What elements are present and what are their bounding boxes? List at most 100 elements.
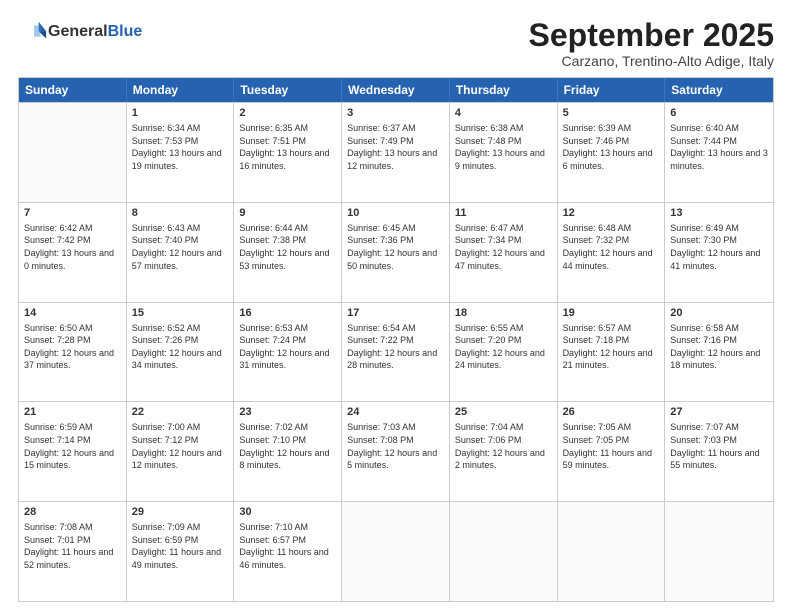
sunrise-time: Sunrise: 6:58 AM [670, 323, 739, 333]
day-info: Sunrise: 7:10 AMSunset: 6:57 PMDaylight:… [239, 521, 336, 571]
day-info: Sunrise: 6:54 AMSunset: 7:22 PMDaylight:… [347, 322, 444, 372]
header-saturday: Saturday [665, 78, 773, 102]
day-number: 19 [563, 306, 660, 321]
sunrise-time: Sunrise: 6:40 AM [670, 123, 739, 133]
daylight-hours: Daylight: 12 hours and 18 minutes. [670, 348, 760, 371]
sunset-time: Sunset: 7:40 PM [132, 235, 199, 245]
calendar-row-5: 28Sunrise: 7:08 AMSunset: 7:01 PMDayligh… [19, 501, 773, 601]
day-number: 2 [239, 106, 336, 121]
calendar-cell: 10Sunrise: 6:45 AMSunset: 7:36 PMDayligh… [342, 203, 450, 302]
sunset-time: Sunset: 7:03 PM [670, 435, 737, 445]
header-thursday: Thursday [450, 78, 558, 102]
calendar-cell: 14Sunrise: 6:50 AMSunset: 7:28 PMDayligh… [19, 303, 127, 402]
sunrise-time: Sunrise: 7:08 AM [24, 522, 93, 532]
day-number: 21 [24, 405, 121, 420]
calendar-cell: 15Sunrise: 6:52 AMSunset: 7:26 PMDayligh… [127, 303, 235, 402]
sunrise-time: Sunrise: 7:09 AM [132, 522, 201, 532]
calendar-body: 1Sunrise: 6:34 AMSunset: 7:53 PMDaylight… [19, 102, 773, 601]
day-number: 23 [239, 405, 336, 420]
calendar-cell: 7Sunrise: 6:42 AMSunset: 7:42 PMDaylight… [19, 203, 127, 302]
sunset-time: Sunset: 7:01 PM [24, 535, 91, 545]
sunrise-time: Sunrise: 7:02 AM [239, 422, 308, 432]
daylight-hours: Daylight: 12 hours and 50 minutes. [347, 248, 437, 271]
day-info: Sunrise: 6:39 AMSunset: 7:46 PMDaylight:… [563, 122, 660, 172]
title-area: September 2025 Carzano, Trentino-Alto Ad… [529, 18, 774, 69]
sunset-time: Sunset: 7:22 PM [347, 335, 414, 345]
day-info: Sunrise: 6:47 AMSunset: 7:34 PMDaylight:… [455, 222, 552, 272]
sunset-time: Sunset: 7:14 PM [24, 435, 91, 445]
daylight-hours: Daylight: 12 hours and 53 minutes. [239, 248, 329, 271]
header-monday: Monday [127, 78, 235, 102]
daylight-hours: Daylight: 11 hours and 59 minutes. [563, 448, 652, 471]
sunrise-time: Sunrise: 7:04 AM [455, 422, 524, 432]
day-info: Sunrise: 7:02 AM Sunset: 7:10 PM Daylight:… [239, 421, 336, 471]
daylight-hours: Daylight: 12 hours and 2 minutes. [455, 448, 545, 471]
day-info: Sunrise: 7:08 AMSunset: 7:01 PMDaylight:… [24, 521, 121, 571]
calendar-row-2: 7Sunrise: 6:42 AMSunset: 7:42 PMDaylight… [19, 202, 773, 302]
daylight-hours: Daylight: 12 hours and 57 minutes. [132, 248, 222, 271]
daylight-hours: Daylight: 12 hours and 34 minutes. [132, 348, 222, 371]
sunset-time: Sunset: 7:42 PM [24, 235, 91, 245]
day-number: 12 [563, 206, 660, 221]
day-info: Sunrise: 6:43 AMSunset: 7:40 PMDaylight:… [132, 222, 229, 272]
day-number: 3 [347, 106, 444, 121]
calendar-cell: 8Sunrise: 6:43 AMSunset: 7:40 PMDaylight… [127, 203, 235, 302]
sunset-time: Sunset: 6:57 PM [239, 535, 306, 545]
calendar: Sunday Monday Tuesday Wednesday Thursday… [18, 77, 774, 602]
sunrise-time: Sunrise: 6:59 AM [24, 422, 93, 432]
calendar-cell: 25Sunrise: 7:04 AMSunset: 7:06 PMDayligh… [450, 402, 558, 501]
sunrise-time: Sunrise: 6:49 AM [670, 223, 739, 233]
daylight-hours: Daylight: 12 hours and 44 minutes. [563, 248, 653, 271]
sunset-time: Sunset: 7:38 PM [239, 235, 306, 245]
sunrise-time: Sunrise: 7:00 AM [132, 422, 201, 432]
day-info: Sunrise: 6:44 AMSunset: 7:38 PMDaylight:… [239, 222, 336, 272]
day-info: Sunrise: 6:37 AMSunset: 7:49 PMDaylight:… [347, 122, 444, 172]
day-info: Sunrise: 7:04 AMSunset: 7:06 PMDaylight:… [455, 421, 552, 471]
daylight-hours: Daylight: 12 hours and 28 minutes. [347, 348, 437, 371]
sunset-time: Sunset: 7:48 PM [455, 136, 522, 146]
calendar-cell: 16Sunrise: 6:53 AMSunset: 7:24 PMDayligh… [234, 303, 342, 402]
day-number: 20 [670, 306, 768, 321]
sunset-time: Sunset: 7:51 PM [239, 136, 306, 146]
day-number: 27 [670, 405, 768, 420]
day-number: 11 [455, 206, 552, 221]
day-number: 16 [239, 306, 336, 321]
day-info: Sunrise: 6:57 AMSunset: 7:18 PMDaylight:… [563, 322, 660, 372]
day-number: 26 [563, 405, 660, 420]
day-number: 13 [670, 206, 768, 221]
calendar-cell [665, 502, 773, 601]
day-number: 10 [347, 206, 444, 221]
header-wednesday: Wednesday [342, 78, 450, 102]
day-number: 4 [455, 106, 552, 121]
calendar-row-1: 1Sunrise: 6:34 AMSunset: 7:53 PMDaylight… [19, 102, 773, 202]
calendar-cell: 3Sunrise: 6:37 AMSunset: 7:49 PMDaylight… [342, 103, 450, 202]
month-title: September 2025 [529, 18, 774, 53]
calendar-cell: 20Sunrise: 6:58 AMSunset: 7:16 PMDayligh… [665, 303, 773, 402]
calendar-cell: 1Sunrise: 6:34 AMSunset: 7:53 PMDaylight… [127, 103, 235, 202]
day-info: Sunrise: 6:45 AMSunset: 7:36 PMDaylight:… [347, 222, 444, 272]
header: General Blue September 2025 Carzano, Tre… [18, 18, 774, 69]
sunset-time: Sunset: 7:18 PM [563, 335, 630, 345]
day-number: 6 [670, 106, 768, 121]
calendar-cell: 28Sunrise: 7:08 AMSunset: 7:01 PMDayligh… [19, 502, 127, 601]
calendar-cell: 2Sunrise: 6:35 AMSunset: 7:51 PMDaylight… [234, 103, 342, 202]
day-info: Sunrise: 6:50 AMSunset: 7:28 PMDaylight:… [24, 322, 121, 372]
daylight-hours: Daylight: 12 hours and 15 minutes. [24, 448, 114, 471]
day-info: Sunrise: 6:48 AMSunset: 7:32 PMDaylight:… [563, 222, 660, 272]
daylight-hours: Daylight: 12 hours and 5 minutes. [347, 448, 437, 471]
calendar-cell: 29Sunrise: 7:09 AMSunset: 6:59 PMDayligh… [127, 502, 235, 601]
sunset-time: Sunset: 7:28 PM [24, 335, 91, 345]
header-tuesday: Tuesday [234, 78, 342, 102]
calendar-cell [342, 502, 450, 601]
calendar-cell [19, 103, 127, 202]
day-info: Sunrise: 6:35 AMSunset: 7:51 PMDaylight:… [239, 122, 336, 172]
sunset-time: Sunset: 7:24 PM [239, 335, 306, 345]
sunset-time: Sunset: 7:53 PM [132, 136, 199, 146]
sunrise-time: Sunrise: 6:34 AM [132, 123, 201, 133]
daylight-hours: Daylight: 11 hours and 46 minutes. [239, 547, 328, 570]
day-info: Sunrise: 6:59 AM Sunset: 7:14 PM Daylight:… [24, 421, 121, 471]
sunset-time: Sunset: 7:10 PM [239, 435, 306, 445]
day-number: 7 [24, 206, 121, 221]
daylight-hours: Daylight: 12 hours and 8 minutes. [239, 448, 329, 471]
day-number: 30 [239, 505, 336, 520]
